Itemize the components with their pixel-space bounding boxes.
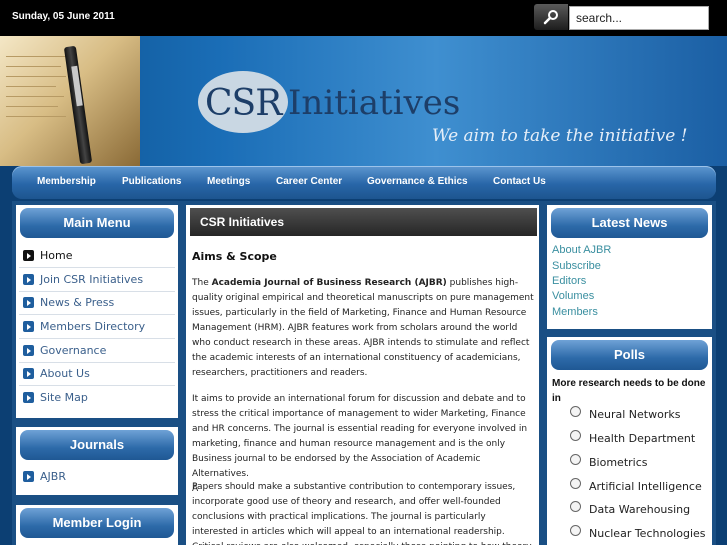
nav-governance-ethics[interactable]: Governance & Ethics <box>367 176 468 187</box>
poll-option[interactable]: Nuclear Technologies <box>570 525 706 540</box>
search-icon <box>543 10 558 25</box>
menu-item-news-press[interactable]: News & Press <box>19 291 175 315</box>
radio-button[interactable] <box>570 454 581 465</box>
news-link-volumes[interactable]: Volumes <box>552 290 594 302</box>
menu-item-join[interactable]: Join CSR Initiatives <box>19 268 175 292</box>
journal-item-ajbr[interactable]: AJBR <box>19 465 175 488</box>
arrow-icon <box>23 392 34 403</box>
news-link-editors[interactable]: Editors <box>552 275 586 287</box>
nav-publications[interactable]: Publications <box>122 176 181 187</box>
main-menu-panel: Main Menu Home Join CSR Initiatives News… <box>16 205 178 418</box>
arrow-icon <box>23 297 34 308</box>
menu-item-about-us[interactable]: About Us <box>19 362 175 386</box>
radio-button[interactable] <box>570 478 581 489</box>
arrow-icon <box>23 250 34 261</box>
news-link-about-ajbr[interactable]: About AJBR <box>552 244 611 256</box>
main-nav: Membership Publications Meetings Career … <box>12 166 716 199</box>
news-link-subscribe[interactable]: Subscribe <box>552 260 601 272</box>
tagline: We aim to take the initiative ! <box>432 126 688 146</box>
polls-title: Polls <box>551 340 708 370</box>
arrow-icon <box>23 321 34 332</box>
menu-item-governance[interactable]: Governance <box>19 339 175 363</box>
journals-title: Journals <box>20 430 174 460</box>
menu-item-members-directory[interactable]: Members Directory <box>19 315 175 339</box>
menu-item-home[interactable]: Home <box>19 244 175 268</box>
nav-meetings[interactable]: Meetings <box>207 176 250 187</box>
member-login-title: Member Login <box>20 508 174 538</box>
radio-button[interactable] <box>570 430 581 441</box>
logo-csr[interactable]: CSR <box>205 83 282 124</box>
search-input[interactable] <box>569 6 709 30</box>
poll-option[interactable]: Health Department <box>570 430 695 445</box>
menu-item-site-map[interactable]: Site Map <box>19 386 175 409</box>
arrow-icon <box>23 274 34 285</box>
search-button[interactable] <box>534 4 568 30</box>
nav-career-center[interactable]: Career Center <box>276 176 342 187</box>
poll-option[interactable]: Artificial Intelligence <box>570 478 702 493</box>
arrow-icon <box>23 368 34 379</box>
arrow-icon <box>23 345 34 356</box>
top-bar: Sunday, 05 June 2011 <box>0 0 727 36</box>
logo-initiatives[interactable]: Initiatives <box>288 83 460 123</box>
poll-option[interactable]: Data Warehousing <box>570 501 690 516</box>
poll-question: More research needs to be done in <box>552 378 706 404</box>
current-date: Sunday, 05 June 2011 <box>12 11 115 22</box>
article-paragraph-1: The Academia Journal of Business Researc… <box>192 278 534 378</box>
journals-panel: Journals AJBR <box>16 427 178 495</box>
poll-option[interactable]: Biometrics <box>570 454 648 469</box>
article-header: CSR Initiatives <box>190 208 537 236</box>
poll-option[interactable]: Neural Networks <box>570 406 680 421</box>
radio-button[interactable] <box>570 406 581 417</box>
radio-button[interactable] <box>570 501 581 512</box>
latest-news-title: Latest News <box>551 208 708 238</box>
article-body: Aims & Scope The Academia Journal of Bus… <box>186 240 539 545</box>
section-title: Aims & Scope <box>192 250 277 263</box>
book-image <box>0 36 140 166</box>
arrow-icon <box>23 471 34 482</box>
news-link-members[interactable]: Members <box>552 306 598 318</box>
nav-membership[interactable]: Membership <box>37 176 96 187</box>
radio-button[interactable] <box>570 525 581 536</box>
article-paragraph-3: Papers should make a substantive contrib… <box>192 482 532 545</box>
member-login-panel: Member Login <box>16 505 178 545</box>
nav-contact-us[interactable]: Contact Us <box>493 176 546 187</box>
main-menu-title: Main Menu <box>20 208 174 238</box>
